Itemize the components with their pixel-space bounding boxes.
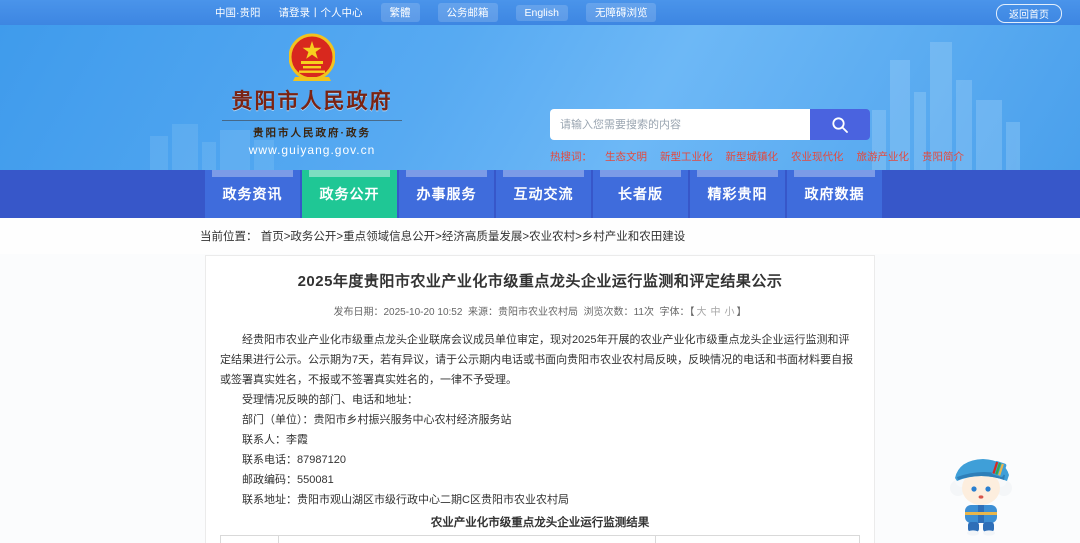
font-size-large-button[interactable]: 大 (697, 307, 707, 318)
source-label: 来源： (468, 307, 498, 318)
nav-item-zhengwu-gongkai[interactable]: 政务公开 (302, 170, 397, 218)
hot-search-label: 热搜词： (550, 151, 592, 163)
paragraph: 联系地址：贵阳市观山湖区市级行政中心二期C区贵阳市农业农村局 (242, 494, 569, 506)
paragraph: 部门（单位）：贵阳市乡村振兴服务中心农村经济服务站 (242, 414, 512, 426)
traditional-chinese-button[interactable]: 繁體 (380, 3, 420, 22)
views-value: 11次 (633, 307, 654, 318)
paragraph: 邮政编码：550081 (242, 474, 334, 486)
nav-item-zhangzheban[interactable]: 长者版 (593, 170, 688, 218)
table-caption: 农业产业化市级重点龙头企业运行监测结果 (430, 517, 650, 529)
source-value: 贵阳市农业农村局 (498, 307, 578, 318)
nav-item-zhengwu-zixun[interactable]: 政务资讯 (205, 170, 300, 218)
font-size-medium-button[interactable]: 中 (711, 307, 721, 318)
breadcrumb-label: 当前位置： (200, 231, 258, 243)
monitoring-results-table: 序号 企业名称 监测结果 1 贵州合力超市采购有限公司 合格 2 贵州友禾种业有… (220, 535, 861, 543)
bracket-open: 【 (689, 307, 695, 318)
site-title: 贵阳市人民政府 (231, 90, 393, 113)
table-header-row: 序号 企业名称 监测结果 (220, 535, 861, 543)
article-body: 经贵阳市农业产业化市级重点龙头企业联席会议成员单位审定，现对2025年开展的农业… (220, 330, 860, 510)
breadcrumb[interactable]: 首页>政务公开>重点领域信息公开>经济高质量发展>农业农村>乡村产业和农田建设 (261, 231, 686, 243)
article-title: 2025年度贵阳市农业产业化市级重点龙头企业运行监测和评定结果公示 (297, 273, 783, 290)
bracket-close: 】 (736, 307, 747, 318)
column-header-company: 企业名称 (277, 535, 656, 543)
nav-item-jingcai-guiyang[interactable]: 精彩贵阳 (690, 170, 785, 218)
mascot-assistant-icon[interactable] (945, 450, 1017, 536)
publish-date: 2025-10-20 10:52 (383, 307, 463, 318)
main-navigation: 政务资讯 政务公开 办事服务 互动交流 长者版 精彩贵阳 政府数据 (0, 170, 1080, 218)
hot-word-link[interactable]: 旅游产业化 (857, 149, 910, 164)
article-card: 2025年度贵阳市农业产业化市级重点龙头企业运行监测和评定结果公示 发布日期：2… (205, 255, 875, 543)
search-icon (832, 116, 848, 133)
back-to-home-button[interactable]: 返回首页 (996, 4, 1062, 23)
article-meta: 发布日期：2025-10-20 10:52 来源：贵阳市农业农村局 浏览次数：1… (220, 303, 860, 318)
hot-word-link[interactable]: 生态文明 (605, 149, 647, 164)
hot-search-row: 热搜词： 生态文明 新型工业化 新型城镇化 农业现代化 旅游产业化 贵阳简介 (550, 149, 964, 164)
views-label: 浏览次数： (583, 307, 634, 318)
paragraph: 受理情况反映的部门、电话和地址： (242, 394, 418, 406)
top-utility-bar: 中国·贵阳 请登录丨个人中心 繁體 公务邮箱 English 无障碍浏览 返回首… (0, 0, 1080, 25)
search-button[interactable] (810, 109, 870, 140)
site-url: www.guiyang.gov.cn (248, 143, 376, 157)
page: 中国·贵阳 请登录丨个人中心 繁體 公务邮箱 English 无障碍浏览 返回首… (0, 0, 1080, 543)
header-banner: 贵阳市人民政府 贵阳市人民政府·政务 www.guiyang.gov.cn 热搜… (0, 25, 1080, 170)
publish-date-label: 发布日期： (333, 307, 384, 318)
login-link[interactable]: 请登录丨个人中心 (279, 5, 363, 20)
site-subtitle: 贵阳市人民政府·政务 (222, 120, 402, 140)
nav-item-zhengfu-shuju[interactable]: 政府数据 (787, 170, 882, 218)
search-input[interactable] (550, 109, 810, 140)
nav-item-banshi-fuwu[interactable]: 办事服务 (399, 170, 494, 218)
paragraph: 联系人：李霞 (242, 434, 308, 446)
hot-word-link[interactable]: 新型工业化 (660, 149, 713, 164)
accessibility-button[interactable]: 无障碍浏览 (585, 3, 657, 22)
font-size-label: 字体： (659, 307, 690, 318)
column-header-result: 监测结果 (654, 535, 861, 543)
column-header-index: 序号 (220, 535, 279, 543)
breadcrumb-bar: 当前位置： 首页>政务公开>重点领域信息公开>经济高质量发展>农业农村>乡村产业… (0, 218, 1080, 254)
paragraph: 经贵阳市农业产业化市级重点龙头企业联席会议成员单位审定，现对2025年开展的农业… (220, 334, 854, 386)
paragraph: 联系电话：87987120 (242, 454, 346, 466)
national-emblem-icon (289, 33, 335, 81)
region-label: 中国·贵阳 (215, 7, 261, 19)
hot-word-link[interactable]: 贵阳简介 (922, 149, 964, 164)
official-mail-button[interactable]: 公务邮箱 (437, 3, 498, 22)
english-button[interactable]: English (515, 4, 568, 21)
font-size-small-button[interactable]: 小 (725, 307, 735, 318)
hot-word-link[interactable]: 农业现代化 (791, 149, 844, 164)
site-brand[interactable]: 贵阳市人民政府 贵阳市人民政府·政务 www.guiyang.gov.cn (222, 33, 402, 157)
search-area: 热搜词： 生态文明 新型工业化 新型城镇化 农业现代化 旅游产业化 贵阳简介 (550, 109, 964, 164)
hot-word-link[interactable]: 新型城镇化 (726, 149, 779, 164)
nav-item-hudong-jiaoliu[interactable]: 互动交流 (496, 170, 591, 218)
